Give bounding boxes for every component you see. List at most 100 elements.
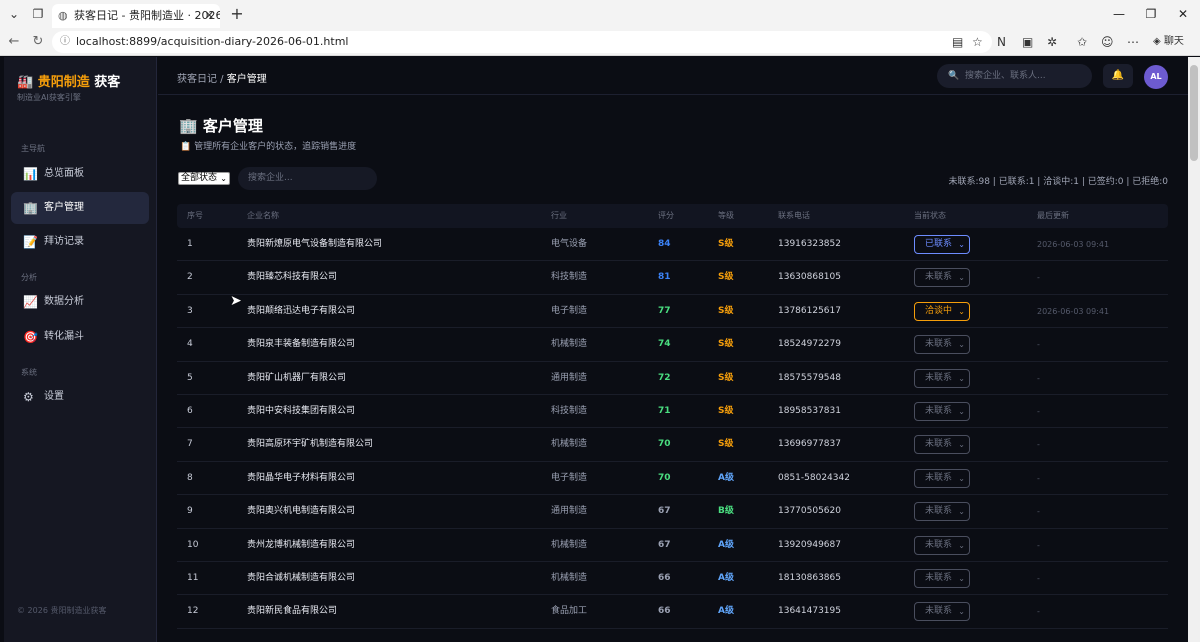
company-name[interactable]: 贵州龙博机械制造有限公司 xyxy=(247,529,355,562)
row-index: 2 xyxy=(187,272,193,283)
sidebar-item-label: 总览面板 xyxy=(44,168,84,179)
status-select[interactable]: 未联系 ⌄ xyxy=(914,602,970,622)
url-text: localhost:8899/acquisition-diary-2026-06… xyxy=(76,35,349,48)
page-scrollbar[interactable] xyxy=(1188,57,1200,642)
table-row[interactable]: 1 贵阳新燎原电气设备制造有限公司 电气设备 84 S级 13916323852 2026-… xyxy=(177,228,1168,262)
last-updated: - xyxy=(1037,406,1040,416)
status-select[interactable]: 未联系 ⌄ xyxy=(914,535,970,555)
url-field[interactable]: ⓘ localhost:8899/acquisition-diary-2026-… xyxy=(52,31,992,53)
sidebar-item-customers[interactable]: 🏢 客户管理 xyxy=(11,192,149,224)
chevron-down-icon: ⌄ xyxy=(958,406,965,416)
close-tab-icon[interactable]: ✕ xyxy=(205,4,214,28)
sidebar-item-funnel[interactable]: 🎯 转化漏斗 xyxy=(11,321,149,353)
status-value: 已联系 xyxy=(925,239,953,249)
table-row[interactable]: 7 贵阳高原环宇矿机制造有限公司 机械制造 70 S级 13696977837 - 未联系 ⌄ xyxy=(177,428,1168,462)
sidebar-item-label: 拜访记录 xyxy=(44,236,84,247)
company-name[interactable]: 贵阳泉丰装备制造有限公司 xyxy=(247,328,355,361)
table-row[interactable]: 8 贵阳晶华电子材料有限公司 电子制造 70 A级 0851-58024342 - 未联系 ⌄ xyxy=(177,462,1168,496)
company-name[interactable]: 贵阳高原环宇矿机制造有限公司 xyxy=(247,428,373,461)
restore-icon[interactable]: ❐ xyxy=(1141,4,1161,24)
table-row[interactable]: 3 贵阳颠络迅达电子有限公司 电子制造 77 S级 13786125617 2026-06-… xyxy=(177,295,1168,329)
grade: A级 xyxy=(718,539,734,550)
status-select[interactable]: 未联系 ⌄ xyxy=(914,502,970,522)
status-select[interactable]: 未联系 ⌄ xyxy=(914,401,970,421)
page-subtitle-text: 管理所有企业客户的状态，追踪销售进度 xyxy=(194,142,357,152)
company-name[interactable]: 贵阳臻芯科技有限公司 xyxy=(247,261,337,294)
table-row[interactable]: 11 贵阳合诚机械制造有限公司 机械制造 66 A级 18130863865 - 未联系 ⌄ xyxy=(177,562,1168,596)
table-row[interactable]: 12 贵阳新民食品有限公司 食品加工 66 A级 13641473195 - 未联系 ⌄ xyxy=(177,595,1168,629)
score: 77 xyxy=(658,305,671,316)
status-select[interactable]: 未联系 ⌄ xyxy=(914,468,970,488)
breadcrumb-current: 客户管理 xyxy=(226,74,267,85)
row-index: 9 xyxy=(187,506,193,517)
grade: S级 xyxy=(718,372,734,383)
favorite-star-icon[interactable]: ☆ xyxy=(972,32,983,52)
close-window-icon[interactable]: ✕ xyxy=(1173,4,1193,24)
last-updated: 2026-06-03 09:41 xyxy=(1037,240,1110,249)
status-select[interactable]: 未联系 ⌄ xyxy=(914,568,970,588)
company-name[interactable]: 贵阳矿山机器厂有限公司 xyxy=(247,362,346,395)
status-select[interactable]: 未联系 ⌄ xyxy=(914,435,970,455)
company-name[interactable]: 贵阳中安科技集团有限公司 xyxy=(247,395,355,428)
new-tab-button[interactable]: + xyxy=(228,4,246,24)
puzzle-icon[interactable]: ✲ xyxy=(1047,32,1057,52)
company-name[interactable]: 贵阳奥兴机电制造有限公司 xyxy=(247,495,355,528)
extension-icon[interactable]: ▣ xyxy=(1022,32,1033,52)
reader-icon[interactable]: ▤ xyxy=(952,32,963,52)
sidebar-item-visits[interactable]: 📝 拜访记录 xyxy=(11,226,149,258)
status-select[interactable]: 未联系 ⌄ xyxy=(914,335,970,355)
company-name[interactable]: 贵阳新燎原电气设备制造有限公司 xyxy=(247,228,382,261)
table-row[interactable]: 10 贵州龙博机械制造有限公司 机械制造 67 A级 13920949687 - 未联系 ⌄ xyxy=(177,529,1168,562)
company-name[interactable]: 贵阳新民食品有限公司 xyxy=(247,595,337,628)
status-counts: 未联系:98 | 已联系:1 | 洽谈中:1 | 已签约:0 | 已拒绝:0 xyxy=(948,177,1168,187)
table-row[interactable]: 2 贵阳臻芯科技有限公司 科技制造 81 S级 13630868105 - 未联系 ⌄ xyxy=(177,261,1168,295)
global-search-input[interactable]: 🔍 搜索企业、联系人... xyxy=(937,64,1092,88)
breadcrumb-root[interactable]: 获客日记 xyxy=(177,74,217,85)
last-updated: - xyxy=(1037,273,1040,283)
last-updated: - xyxy=(1037,540,1040,550)
more-icon[interactable]: ⋯ xyxy=(1127,32,1139,52)
table-row[interactable]: 4 贵阳泉丰装备制造有限公司 机械制造 74 S级 18524972279 - 未联系 ⌄ xyxy=(177,328,1168,362)
copilot-chat-button[interactable]: ◈ 聊天 xyxy=(1153,32,1184,52)
reload-icon[interactable]: ↻ xyxy=(28,32,48,52)
chevron-down-icon: ⌄ xyxy=(958,373,965,383)
scrollbar-thumb[interactable] xyxy=(1190,65,1198,161)
sidebar-item-dashboard[interactable]: 📊 总览面板 xyxy=(11,158,149,190)
status-select[interactable]: 已联系 ⌄ xyxy=(914,235,970,254)
workspaces-icon[interactable]: ❐ xyxy=(28,5,48,23)
status-select[interactable]: 未联系 ⌄ xyxy=(914,268,970,288)
company-name[interactable]: 贵阳颠络迅达电子有限公司 xyxy=(247,295,355,328)
avatar[interactable]: AL xyxy=(1144,65,1168,89)
minimize-icon[interactable]: — xyxy=(1109,4,1129,24)
notification-bell-icon[interactable]: 🔔 xyxy=(1103,64,1133,88)
sidebar-item-settings[interactable]: ⚙ 设置 xyxy=(11,381,149,413)
table-row[interactable]: 9 贵阳奥兴机电制造有限公司 通用制造 67 B级 13770505620 - 未联系 ⌄ xyxy=(177,495,1168,529)
company-name[interactable]: 贵阳晶华电子材料有限公司 xyxy=(247,462,355,495)
enterprise-search-input[interactable]: 搜索企业... xyxy=(238,167,377,190)
brand-name-rest: 获客 xyxy=(94,75,121,90)
company-name[interactable]: 贵阳合诚机械制造有限公司 xyxy=(247,562,355,595)
last-updated: - xyxy=(1037,373,1040,383)
row-index: 3 xyxy=(187,305,193,316)
phone: 18958537831 xyxy=(778,405,841,416)
last-updated: - xyxy=(1037,507,1040,517)
app-root: 🏭 贵阳制造 获客 制造业AI获客引擎 主导航 📊 总览面板 🏢 客户管理 📝 … xyxy=(4,57,1188,642)
phone: 18524972279 xyxy=(778,339,841,350)
score: 72 xyxy=(658,372,671,383)
status-filter-select[interactable]: 全部状态 ⌄ xyxy=(178,172,230,185)
browser-tab[interactable]: ◍ 获客日记 - 贵阳制造业 · 2026年6月 ✕ xyxy=(52,4,220,28)
favorites-icon[interactable]: ✩ xyxy=(1077,32,1087,52)
factory-icon: 🏭 xyxy=(17,75,34,90)
table-row[interactable]: 6 贵阳中安科技集团有限公司 科技制造 71 S级 18958537831 - 未联系 ⌄ xyxy=(177,395,1168,429)
sidebar-item-analytics[interactable]: 📈 数据分析 xyxy=(11,286,149,318)
table-row[interactable]: 5 贵阳矿山机器厂有限公司 通用制造 72 S级 18575579548 - 未联系 ⌄ xyxy=(177,362,1168,395)
back-icon[interactable]: ← xyxy=(4,32,24,52)
row-index: 11 xyxy=(187,572,199,583)
status-select[interactable]: 洽谈中 ⌄ xyxy=(914,301,970,321)
extension-n-icon[interactable]: N xyxy=(997,32,1006,52)
tab-list-icon[interactable]: ⌄ xyxy=(4,5,24,23)
status-select[interactable]: 未联系 ⌄ xyxy=(914,368,970,388)
profile-icon[interactable]: ☺ xyxy=(1101,32,1114,52)
search-icon: 🔍 xyxy=(948,71,960,81)
chevron-down-icon: ⌄ xyxy=(958,340,965,350)
